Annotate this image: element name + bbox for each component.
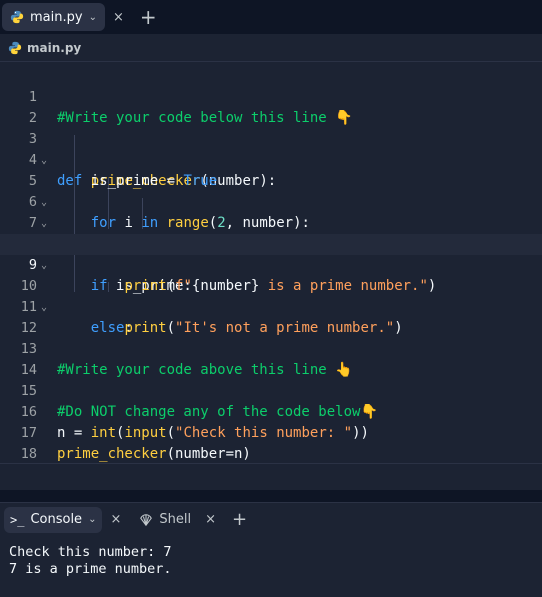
code-line: 10 ⌄ else: — [0, 255, 542, 336]
code-line: 1 #Write your code below this line 👇 — [0, 66, 542, 126]
new-tab-button[interactable]: + — [140, 7, 157, 27]
code-line: 4 is_prime = True — [0, 129, 542, 189]
console-output[interactable]: Check this number: 7 7 is a prime number… — [0, 536, 542, 597]
tab-console[interactable]: >_ Console ⌄ — [4, 506, 103, 533]
code-line: 19 — [0, 444, 542, 483]
code-line: 14 — [0, 339, 542, 378]
code-line: 15 #Do NOT change any of the code below👇 — [0, 360, 542, 420]
code-editor[interactable]: 1 #Write your code below this line 👇 2 3… — [0, 62, 542, 483]
pane-divider[interactable] — [0, 490, 542, 502]
tab-label: Shell — [159, 512, 192, 527]
python-icon — [10, 10, 24, 24]
console-line: 7 is a prime number. — [9, 561, 172, 577]
chevron-down-icon[interactable]: ⌄ — [89, 12, 97, 23]
code-line: 18 — [0, 423, 542, 462]
terminal-prompt-icon: >_ — [10, 512, 25, 527]
code-line: 5 ⌄ for i in range(2, number): — [0, 150, 542, 231]
console-line: Check this number: 7 — [9, 544, 172, 560]
console-tab-bar: >_ Console ⌄ × Shell × + — [0, 502, 542, 536]
file-name: main.py — [27, 40, 82, 55]
code-line: 2 — [0, 87, 542, 126]
tab-label: main.py — [30, 9, 83, 25]
code-line: 3 ⌄ def prime_checker(number): — [0, 108, 542, 189]
code-line: 8 ⌄ if is_prime: — [0, 213, 542, 294]
close-tab-icon[interactable]: × — [205, 512, 216, 527]
code-line-active: 9 print(f"{number} is a prime number.") — [0, 234, 542, 294]
shell-icon — [140, 513, 153, 526]
code-line: 13 #Write your code above this line 👆 — [0, 318, 542, 378]
new-tab-button[interactable]: + — [232, 510, 247, 529]
file-breadcrumb: main.py — [0, 34, 542, 62]
tab-label: Console — [30, 512, 83, 527]
editor-tab-bar: main.py ⌄ × + — [0, 0, 542, 34]
code-line: 11 print("It's not a prime number.") — [0, 276, 542, 336]
close-tab-icon[interactable]: × — [110, 512, 121, 527]
code-line: 17 prime_checker(number=n) — [0, 402, 542, 462]
python-icon — [8, 41, 22, 54]
chevron-down-icon[interactable]: ⌄ — [88, 514, 96, 525]
code-line: 12 — [0, 297, 542, 336]
code-line: 16 n = int(input("Check this number: ")) — [0, 381, 542, 441]
code-line: 7 is_prime = False — [0, 192, 542, 252]
tab-main-py[interactable]: main.py ⌄ — [2, 3, 105, 31]
tab-shell[interactable]: Shell — [133, 507, 197, 533]
code-line: 6 ⌄ if number % i == 0: — [0, 171, 542, 252]
close-tab-icon[interactable]: × — [113, 10, 124, 25]
